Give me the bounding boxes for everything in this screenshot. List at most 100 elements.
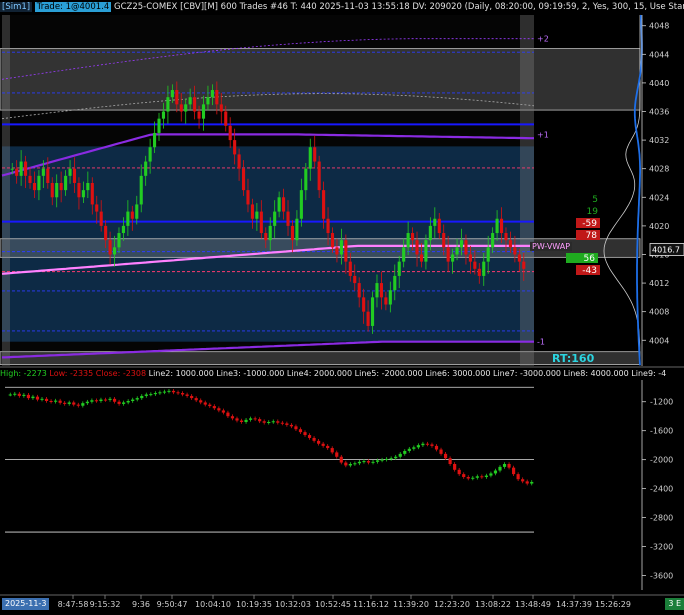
indicator-tick-label: -2000 [650,456,673,465]
ind-low: Low: -2335 [49,369,94,378]
indicator-candle-body [40,398,44,400]
candle-body [317,161,321,191]
candle-body [264,233,268,241]
indicator-candle-body [439,449,443,454]
candle-body [504,233,508,241]
indicator-candle-body [312,437,316,441]
indicator-candle-body [13,393,17,395]
indicator-candle-body [67,402,71,404]
indicator-candle-body [389,458,393,460]
candle-body [86,182,90,191]
indicator-candle-body [171,390,176,393]
indicator-candle-body [112,398,117,402]
time-tick-label: 9:36 [132,600,150,609]
indicator-candle-body [380,459,384,461]
indicator-candle-body [162,391,167,393]
candle-body [473,261,477,269]
candle-body [344,240,348,262]
indicator-candle-body [212,406,216,409]
candle-body [90,182,94,205]
candle-body [32,182,37,191]
candle-body [482,261,486,276]
candle-body [259,211,263,234]
indicator-candle-body [235,418,239,421]
order-flow-value: 19 [587,207,599,217]
candle-body [153,132,157,148]
candle-body [104,225,108,241]
candle-body [459,240,464,248]
candle-body [290,225,295,241]
candle-body [237,154,241,169]
candle-body [72,168,77,183]
candle-body [188,97,192,105]
account-label[interactable]: [Sim1] [0,2,33,12]
indicator-candle-body [99,399,103,401]
indicator-candle-body [307,435,312,438]
indicator-candle-body [94,400,99,402]
candle-body [335,247,339,255]
candle-body [130,211,134,219]
band-minus1-label: -1 [537,338,545,347]
indicator-candle-body [126,401,130,403]
indicator-candle-body [484,475,488,478]
candle-body [68,168,72,176]
indicator-candle-body [298,429,303,433]
candle-body [77,182,81,198]
order-flow-value: 56 [584,254,596,264]
indicator-candle-body [371,461,375,463]
candle-body [419,254,424,262]
indicator-candle-body [72,402,76,405]
indicator-candle-body [271,421,275,423]
indicator-candle-body [131,399,135,401]
indicator-candle-body [199,400,203,403]
candle-body [55,182,59,198]
footer-right-badge[interactable]: 3 E [665,598,684,610]
candle-body [224,111,228,126]
indicator-candle-body [49,401,53,402]
candle-body [206,97,210,105]
indicator-candle-body [85,401,89,404]
candle-body [161,111,166,119]
indicator-candle-body [344,462,348,466]
candle-body [464,240,468,255]
indicator-candle-body [135,398,139,400]
candle-body [495,218,499,234]
candle-body [59,182,63,191]
indicator-candle-body [26,394,30,399]
candle-body [41,168,45,176]
chart-info: GCZ25-COMEX [CBV][M] 600 Trades #46 T: 4… [113,2,684,12]
candle-body [273,211,277,226]
indicator-candle-body [335,452,339,457]
chart-header: [Sim1] Trade: 1@4001.4 GCZ25-COMEX [CBV]… [0,0,684,14]
indicator-candle-body [158,392,162,394]
indicator-candle-body [507,464,511,468]
indicator-candle-body [289,424,293,427]
price-badge: 4016.7 [652,245,680,254]
candle-body [366,311,370,326]
candle-body [241,168,246,191]
candle-body [468,254,472,262]
chart-canvas: +2 +1 -1 PW-VWAP 5 19 -59 78 56 -43 4004 4008 4012 4… [0,14,684,609]
indicator-candle-body [475,476,479,478]
price-tick-label: 4036 [649,108,669,117]
trade-label[interactable]: Trade: 1@4001.4 [34,2,112,12]
indicator-candle-body [194,398,198,401]
candle-body [95,204,99,212]
indicator-candle-body [31,396,35,399]
indicator-candle-body [144,394,148,396]
candle-body [486,247,490,262]
indicator-candle-body [512,467,516,475]
candle-body [233,140,237,155]
band-plus1-label: +1 [537,130,549,139]
candle-body [139,175,143,205]
candle-body [268,225,272,241]
candle-body [491,233,495,248]
candle-body [442,233,446,248]
indicator-header: High: -2273 Low: -2335 Close: -2308 Line… [0,368,684,380]
candle-body [108,240,112,255]
indicator-candle-body [457,469,461,475]
band-plus2-label: +2 [537,35,549,44]
candle-body [477,268,481,276]
candle-body [455,247,459,255]
indicator-candle-body [403,450,407,454]
